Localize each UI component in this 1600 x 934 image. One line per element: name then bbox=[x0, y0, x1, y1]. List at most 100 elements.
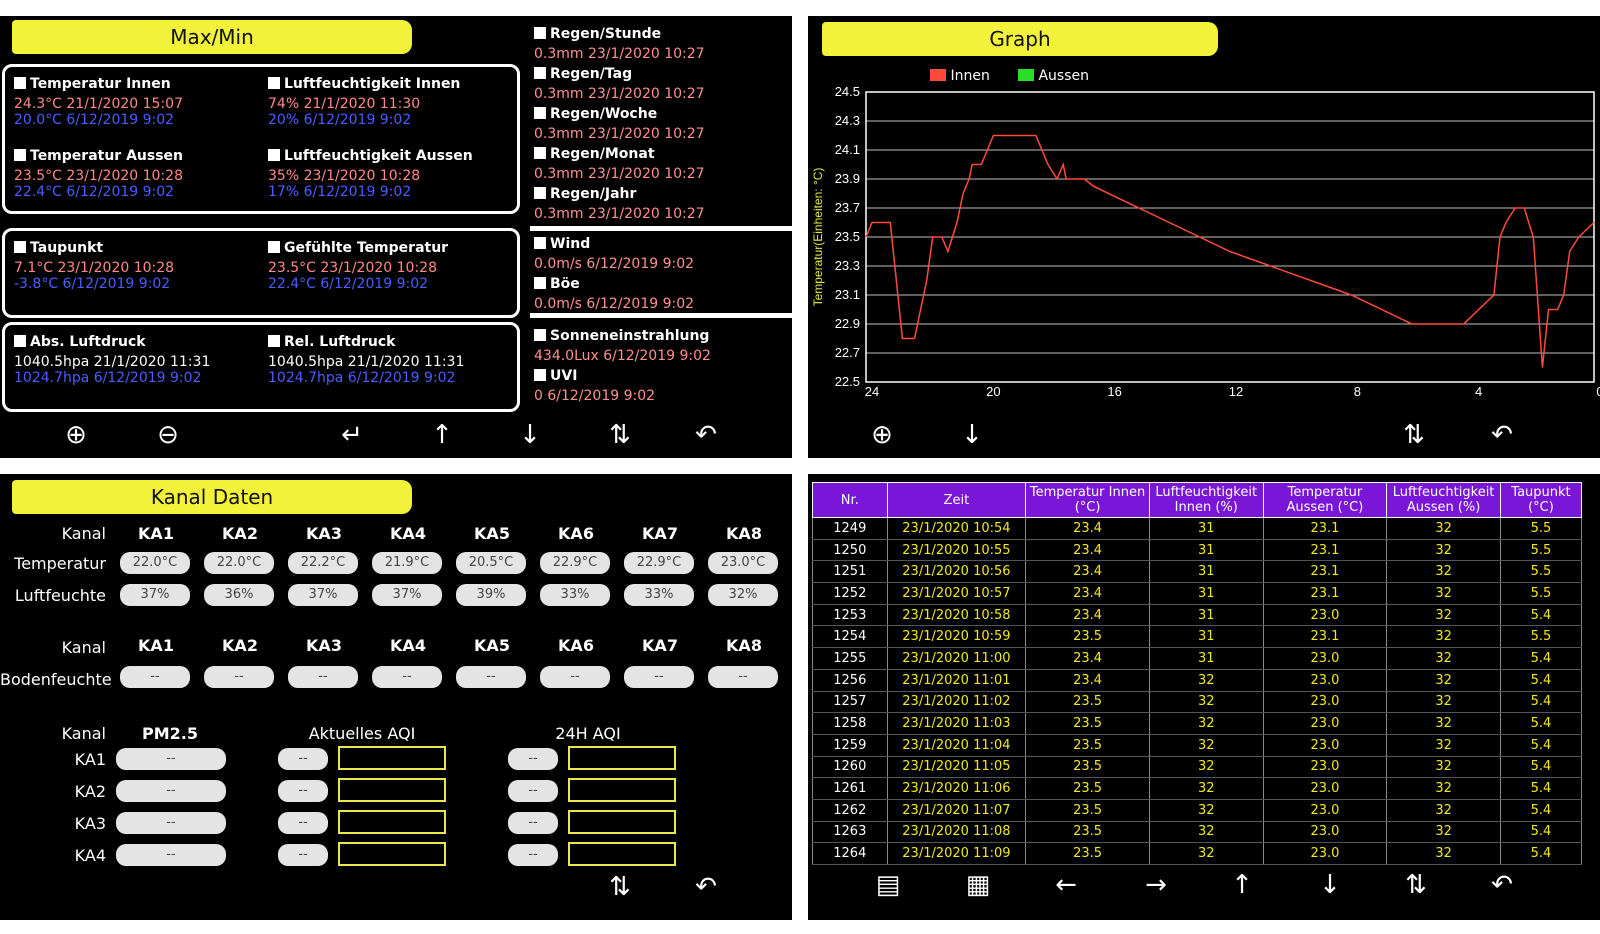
temperature-value[interactable]: 20.5°C bbox=[456, 552, 526, 574]
table-row[interactable]: 1260 23/1/2020 11:05 23.5 32 23.0 32 5.4 bbox=[812, 756, 1583, 779]
zoom-in-icon[interactable]: ⊕ bbox=[58, 422, 94, 448]
hum-in-group[interactable]: Luftfeuchtigkeit Innen 74% 21/1/2020 11:… bbox=[268, 76, 460, 128]
temperature-value[interactable]: 23.0°C bbox=[708, 552, 778, 574]
back-icon[interactable]: ↶ bbox=[1484, 872, 1520, 898]
rel-pressure-group[interactable]: Rel. Luftdruck 1040.5hpa 21/1/2020 11:31… bbox=[268, 334, 464, 386]
pm25-value[interactable]: -- bbox=[116, 780, 226, 802]
humidity-value[interactable]: 33% bbox=[540, 584, 610, 606]
arrow-down-icon[interactable]: ↓ bbox=[512, 422, 548, 448]
soil-moisture-value[interactable]: -- bbox=[708, 666, 778, 688]
column-header[interactable]: Luftfeuchtigkeit Innen (%) bbox=[1148, 482, 1264, 518]
column-header[interactable]: Temperatur Aussen (°C) bbox=[1262, 482, 1388, 518]
gust-item[interactable]: Böe bbox=[534, 274, 694, 294]
calendar-icon[interactable]: ▦ bbox=[960, 872, 996, 898]
arrow-up-icon[interactable]: ↑ bbox=[424, 422, 460, 448]
aqi-value[interactable]: -- bbox=[278, 844, 328, 866]
arrow-right-icon[interactable]: → bbox=[1138, 872, 1174, 898]
table-row[interactable]: 1262 23/1/2020 11:07 23.5 32 23.0 32 5.4 bbox=[812, 799, 1583, 822]
table-row[interactable]: 1263 23/1/2020 11:08 23.5 32 23.0 32 5.4 bbox=[812, 821, 1583, 844]
checkbox[interactable] bbox=[534, 27, 546, 39]
table-row[interactable]: 1250 23/1/2020 10:55 23.4 31 23.1 32 5.5 bbox=[812, 539, 1583, 562]
aqi24-value[interactable]: -- bbox=[508, 812, 558, 834]
temp-in-group[interactable]: Temperatur Innen 24.3°C 21/1/2020 15:07 … bbox=[14, 76, 183, 128]
column-header[interactable]: Temperatur Innen (°C) bbox=[1025, 482, 1150, 518]
soil-moisture-value[interactable]: -- bbox=[120, 666, 190, 688]
hum-out-group[interactable]: Luftfeuchtigkeit Aussen 35% 23/1/2020 10… bbox=[268, 148, 473, 200]
checkbox[interactable] bbox=[534, 369, 546, 381]
abs-pressure-group[interactable]: Abs. Luftdruck 1040.5hpa 21/1/2020 11:31… bbox=[14, 334, 210, 386]
humidity-value[interactable]: 37% bbox=[288, 584, 358, 606]
table-row[interactable]: 1259 23/1/2020 11:04 23.5 32 23.0 32 5.4 bbox=[812, 734, 1583, 757]
humidity-value[interactable]: 37% bbox=[372, 584, 442, 606]
table-row[interactable]: 1253 23/1/2020 10:58 23.4 31 23.0 32 5.4 bbox=[812, 604, 1583, 627]
humidity-value[interactable]: 37% bbox=[120, 584, 190, 606]
legend-aussen[interactable]: Aussen bbox=[1018, 68, 1089, 84]
column-header[interactable]: Zeit bbox=[886, 482, 1027, 518]
aqi-value[interactable]: -- bbox=[278, 812, 328, 834]
solar-item[interactable]: Sonneneinstrahlung bbox=[534, 326, 711, 346]
checkbox[interactable] bbox=[14, 77, 26, 89]
humidity-value[interactable]: 32% bbox=[708, 584, 778, 606]
aqi24-value[interactable]: -- bbox=[508, 844, 558, 866]
up-down-icon[interactable]: ⇅ bbox=[602, 422, 638, 448]
aqi24-value[interactable]: -- bbox=[508, 748, 558, 770]
zoom-in-icon[interactable]: ⊕ bbox=[864, 422, 900, 448]
dew-group[interactable]: Taupunkt 7.1°C 23/1/2020 10:28 -3.8°C 6/… bbox=[14, 240, 174, 292]
pm25-value[interactable]: -- bbox=[116, 812, 226, 834]
table-row[interactable]: 1258 23/1/2020 11:03 23.5 32 23.0 32 5.4 bbox=[812, 712, 1583, 735]
checkbox[interactable] bbox=[14, 149, 26, 161]
rain-month-item[interactable]: Regen/Monat bbox=[534, 144, 705, 164]
up-down-icon[interactable]: ⇅ bbox=[1396, 422, 1432, 448]
checkbox[interactable] bbox=[268, 241, 280, 253]
rain-week-item[interactable]: Regen/Woche bbox=[534, 104, 705, 124]
legend-innen[interactable]: Innen bbox=[930, 68, 990, 84]
soil-moisture-value[interactable]: -- bbox=[372, 666, 442, 688]
soil-moisture-value[interactable]: -- bbox=[456, 666, 526, 688]
table-row[interactable]: 1249 23/1/2020 10:54 23.4 31 23.1 32 5.5 bbox=[812, 517, 1583, 540]
aqi-value[interactable]: -- bbox=[278, 748, 328, 770]
table-row[interactable]: 1261 23/1/2020 11:06 23.5 32 23.0 32 5.4 bbox=[812, 777, 1583, 800]
soil-moisture-value[interactable]: -- bbox=[204, 666, 274, 688]
column-header[interactable]: Nr. bbox=[812, 482, 888, 518]
checkbox[interactable] bbox=[534, 187, 546, 199]
checkbox[interactable] bbox=[268, 149, 280, 161]
soil-moisture-value[interactable]: -- bbox=[540, 666, 610, 688]
back-icon[interactable]: ↶ bbox=[1484, 422, 1520, 448]
table-row[interactable]: 1256 23/1/2020 11:01 23.4 32 23.0 32 5.4 bbox=[812, 669, 1583, 692]
column-header[interactable]: Luftfeuchtigkeit Aussen (%) bbox=[1386, 482, 1501, 518]
checkbox[interactable] bbox=[534, 329, 546, 341]
checkbox[interactable] bbox=[534, 107, 546, 119]
pm25-value[interactable]: -- bbox=[116, 748, 226, 770]
temp-out-group[interactable]: Temperatur Aussen 23.5°C 23/1/2020 10:28… bbox=[14, 148, 183, 200]
checkbox[interactable] bbox=[534, 147, 546, 159]
aqi24-value[interactable]: -- bbox=[508, 780, 558, 802]
humidity-value[interactable]: 36% bbox=[204, 584, 274, 606]
arrow-up-icon[interactable]: ↑ bbox=[1224, 872, 1260, 898]
feel-group[interactable]: Gefühlte Temperatur 23.5°C 23/1/2020 10:… bbox=[268, 240, 448, 292]
table-row[interactable]: 1264 23/1/2020 11:09 23.5 32 23.0 32 5.4 bbox=[812, 842, 1583, 865]
temperature-value[interactable]: 22.9°C bbox=[540, 552, 610, 574]
column-header[interactable]: Taupunkt (°C) bbox=[1499, 482, 1583, 518]
list-icon[interactable]: ▤ bbox=[870, 872, 906, 898]
wind-item[interactable]: Wind bbox=[534, 234, 694, 254]
table-row[interactable]: 1255 23/1/2020 11:00 23.4 31 23.0 32 5.4 bbox=[812, 647, 1583, 670]
checkbox[interactable] bbox=[268, 77, 280, 89]
arrow-down-icon[interactable]: ↓ bbox=[1312, 872, 1348, 898]
table-row[interactable]: 1252 23/1/2020 10:57 23.4 31 23.1 32 5.5 bbox=[812, 582, 1583, 605]
checkbox[interactable] bbox=[14, 335, 26, 347]
temperature-value[interactable]: 22.0°C bbox=[204, 552, 274, 574]
table-row[interactable]: 1254 23/1/2020 10:59 23.5 31 23.1 32 5.5 bbox=[812, 625, 1583, 649]
rain-day-item[interactable]: Regen/Tag bbox=[534, 64, 705, 84]
rain-hour-item[interactable]: Regen/Stunde bbox=[534, 24, 705, 44]
temperature-value[interactable]: 22.9°C bbox=[624, 552, 694, 574]
temperature-value[interactable]: 22.0°C bbox=[120, 552, 190, 574]
rain-year-item[interactable]: Regen/Jahr bbox=[534, 184, 705, 204]
enter-icon[interactable]: ↵ bbox=[334, 422, 370, 448]
aqi-value[interactable]: -- bbox=[278, 780, 328, 802]
uvi-item[interactable]: UVI bbox=[534, 366, 711, 386]
checkbox[interactable] bbox=[534, 67, 546, 79]
up-down-icon[interactable]: ⇅ bbox=[1398, 872, 1434, 898]
checkbox[interactable] bbox=[14, 241, 26, 253]
temperature-value[interactable]: 21.9°C bbox=[372, 552, 442, 574]
checkbox[interactable] bbox=[534, 277, 546, 289]
